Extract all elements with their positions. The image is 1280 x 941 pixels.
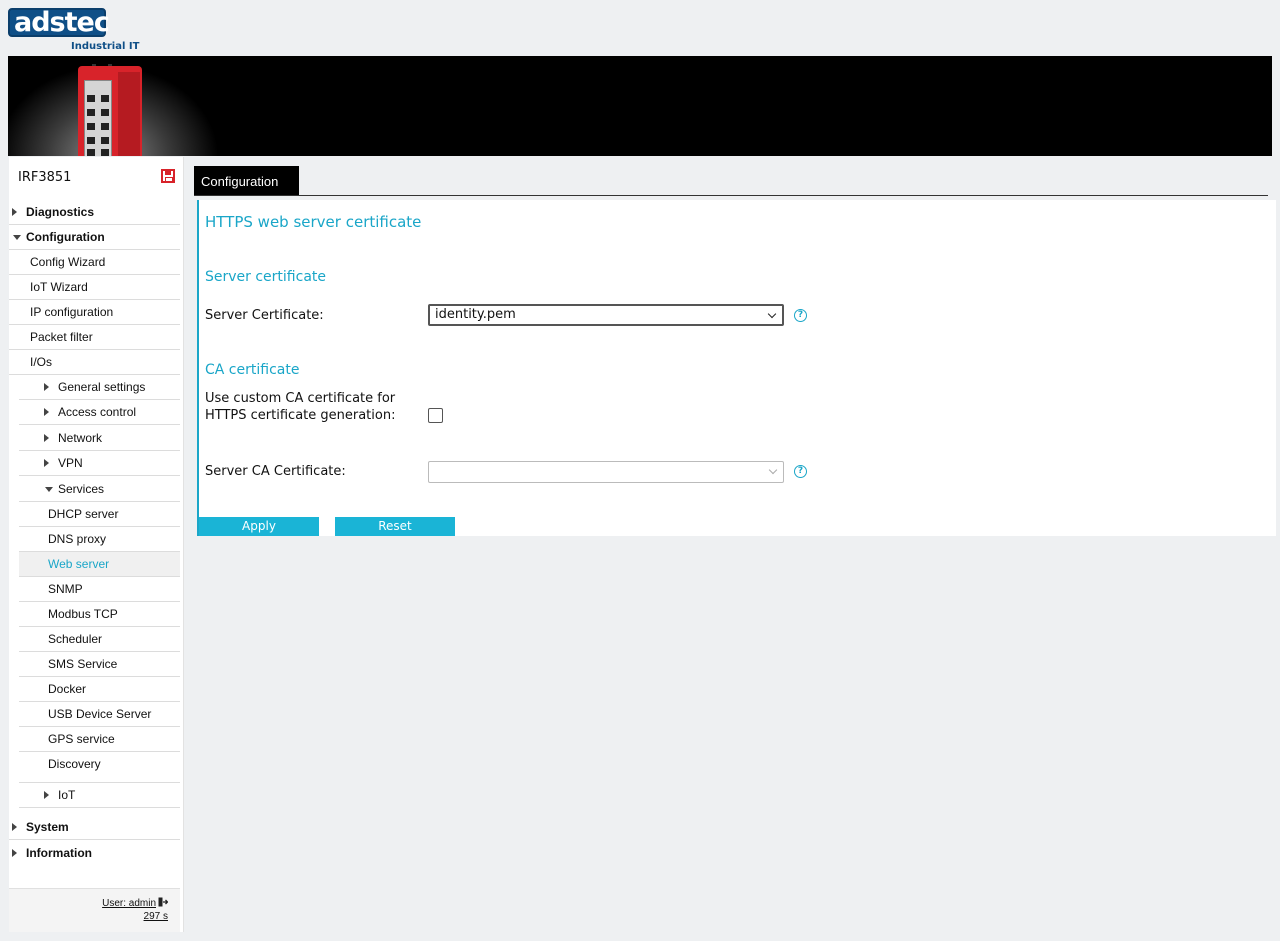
- sidebar-item-label: System: [26, 820, 69, 834]
- caret-right-icon: [12, 208, 17, 216]
- sidebar-item-docker[interactable]: Docker: [19, 677, 180, 702]
- logo-box: adstec: [8, 7, 110, 38]
- config-panel: HTTPS web server certificate Server cert…: [197, 200, 1276, 536]
- sidebar-item-packet-filter[interactable]: Packet filter: [9, 325, 180, 350]
- logout-icon[interactable]: [158, 897, 168, 907]
- caret-down-icon: [45, 486, 53, 492]
- server-ca-label: Server CA Certificate:: [205, 464, 346, 479]
- sidebar-item-access-control[interactable]: Access control: [19, 400, 180, 425]
- sidebar-item-label: IP configuration: [30, 305, 114, 319]
- user-link[interactable]: User: admin: [102, 898, 156, 909]
- adstec-logo: adstec Industrial IT: [8, 7, 148, 54]
- sidebar-item-label: I/Os: [30, 355, 53, 369]
- sidebar-item-label: IoT Wizard: [30, 280, 88, 294]
- sidebar-item-label: Services: [58, 482, 105, 496]
- sidebar-item-label: Information: [26, 845, 92, 860]
- custom-ca-checkbox[interactable]: [428, 408, 443, 423]
- reset-button[interactable]: Reset: [335, 517, 455, 536]
- sidebar-item-snmp[interactable]: SNMP: [19, 577, 180, 602]
- sidebar-item-label: DHCP server: [48, 507, 119, 521]
- sidebar-item-label: Docker: [48, 682, 87, 696]
- sidebar-item-label: Scheduler: [48, 632, 103, 646]
- tab-configuration[interactable]: Configuration: [194, 166, 299, 195]
- logo-brand: adstec: [14, 7, 110, 38]
- sidebar-item-label: USB Device Server: [48, 707, 152, 721]
- caret-down-icon: [13, 234, 21, 240]
- sidebar-item-diagnostics[interactable]: Diagnostics: [9, 200, 180, 225]
- sidebar-item-web-server[interactable]: Web server: [19, 552, 180, 577]
- server-certificate-value: identity.pem: [435, 307, 516, 322]
- ca-certificate-heading: CA certificate: [205, 362, 300, 378]
- custom-ca-label: Use custom CA certificate for HTTPS cert…: [205, 391, 396, 423]
- sidebar-item-label: DNS proxy: [48, 532, 107, 546]
- header-banner: [8, 56, 1272, 156]
- session-timer: 297 s: [143, 911, 168, 922]
- apply-button[interactable]: Apply: [199, 517, 319, 536]
- tab-divider: [194, 195, 1268, 196]
- sidebar-item-dhcp-server[interactable]: DHCP server: [19, 502, 180, 527]
- chevron-down-icon: [767, 309, 777, 319]
- sidebar-item-ios[interactable]: I/Os: [9, 350, 180, 375]
- sidebar-item-gps-service[interactable]: GPS service: [19, 727, 180, 752]
- sidebar-item-network[interactable]: Network: [19, 426, 180, 451]
- sidebar-item-label: Diagnostics: [26, 205, 95, 219]
- sidebar-item-dns-proxy[interactable]: DNS proxy: [19, 527, 180, 552]
- page-title: HTTPS web server certificate: [205, 213, 422, 231]
- sidebar-item-discovery[interactable]: Discovery: [19, 752, 180, 783]
- router-device-image: [78, 64, 142, 156]
- help-icon[interactable]: ?: [794, 465, 807, 478]
- sidebar-item-config-wizard[interactable]: Config Wizard: [9, 250, 180, 275]
- sidebar-item-ip-configuration[interactable]: IP configuration: [9, 300, 180, 325]
- sidebar-item-label: Configuration: [26, 230, 105, 244]
- sidebar-item-modbus-tcp[interactable]: Modbus TCP: [19, 602, 180, 627]
- sidebar-item-label: SNMP: [48, 582, 83, 596]
- sidebar-item-label: Web server: [48, 557, 110, 571]
- sidebar-item-label: Network: [58, 431, 103, 445]
- sidebar-item-label: Access control: [58, 405, 137, 419]
- sidebar-item-system[interactable]: System: [9, 815, 180, 840]
- sidebar-item-vpn[interactable]: VPN: [19, 451, 180, 476]
- device-name: IRF3851: [18, 170, 72, 185]
- sidebar: IRF3851 Diagnostics Configuration Config…: [9, 157, 184, 932]
- server-ca-select[interactable]: [428, 461, 784, 483]
- sidebar-item-iot-wizard[interactable]: IoT Wizard: [9, 275, 180, 300]
- sidebar-item-iot[interactable]: IoT: [19, 783, 180, 808]
- sidebar-item-scheduler[interactable]: Scheduler: [19, 627, 180, 652]
- sidebar-item-label: Config Wizard: [30, 255, 106, 269]
- caret-right-icon: [12, 848, 17, 857]
- caret-right-icon: [44, 408, 49, 416]
- save-config-icon[interactable]: [161, 169, 175, 183]
- caret-right-icon: [44, 434, 49, 442]
- server-certificate-heading: Server certificate: [205, 269, 327, 285]
- sidebar-item-label: IoT: [58, 788, 76, 802]
- sidebar-item-information[interactable]: Information: [9, 840, 180, 865]
- sidebar-item-label: Modbus TCP: [48, 607, 118, 621]
- sidebar-item-label: VPN: [58, 456, 83, 470]
- caret-right-icon: [44, 383, 49, 391]
- sidebar-item-general-settings[interactable]: General settings: [19, 375, 180, 400]
- sidebar-item-label: Packet filter: [30, 330, 93, 344]
- user-area: User: admin 297 s: [9, 888, 180, 932]
- sidebar-item-label: General settings: [58, 380, 146, 394]
- logo-tagline: Industrial IT: [71, 41, 140, 52]
- sidebar-item-services[interactable]: Services: [19, 477, 180, 502]
- sidebar-item-usb-device-server[interactable]: USB Device Server: [19, 702, 180, 727]
- caret-right-icon: [12, 823, 17, 831]
- help-icon[interactable]: ?: [794, 309, 807, 322]
- sidebar-item-label: Discovery: [48, 757, 101, 771]
- caret-right-icon: [44, 791, 49, 799]
- sidebar-item-sms-service[interactable]: SMS Service: [19, 652, 180, 677]
- chevron-down-icon: [768, 465, 778, 475]
- sidebar-item-configuration[interactable]: Configuration: [9, 225, 180, 250]
- caret-right-icon: [44, 459, 49, 467]
- sidebar-item-label: SMS Service: [48, 657, 118, 671]
- sidebar-item-label: GPS service: [48, 732, 115, 746]
- server-certificate-label: Server Certificate:: [205, 308, 324, 323]
- server-certificate-select[interactable]: identity.pem: [428, 304, 784, 326]
